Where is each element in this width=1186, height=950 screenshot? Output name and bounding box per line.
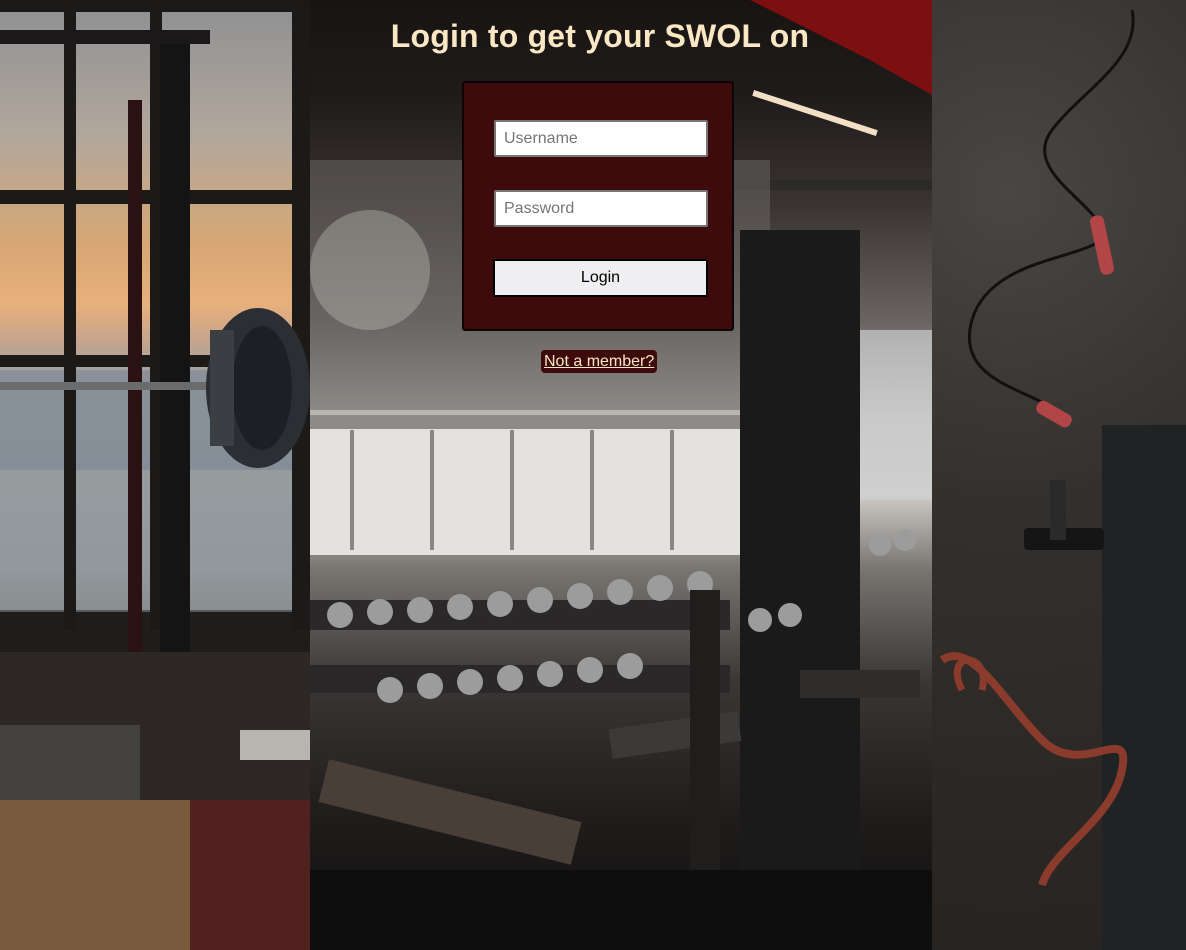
login-button[interactable]: Login — [493, 259, 708, 297]
username-input[interactable] — [494, 120, 708, 157]
login-page: Login to get your SWOL on Login Not a me… — [0, 0, 1186, 950]
background-photo-left — [0, 0, 310, 950]
gym-window-barbell-illustration — [0, 0, 310, 950]
password-input[interactable] — [494, 190, 708, 227]
not-a-member-link[interactable]: Not a member? — [541, 350, 658, 373]
jump-rope-band-illustration — [939, 9, 1186, 950]
login-form: Login — [462, 81, 734, 331]
background-photo-right — [932, 0, 1186, 950]
page-title: Login to get your SWOL on — [390, 18, 810, 54]
